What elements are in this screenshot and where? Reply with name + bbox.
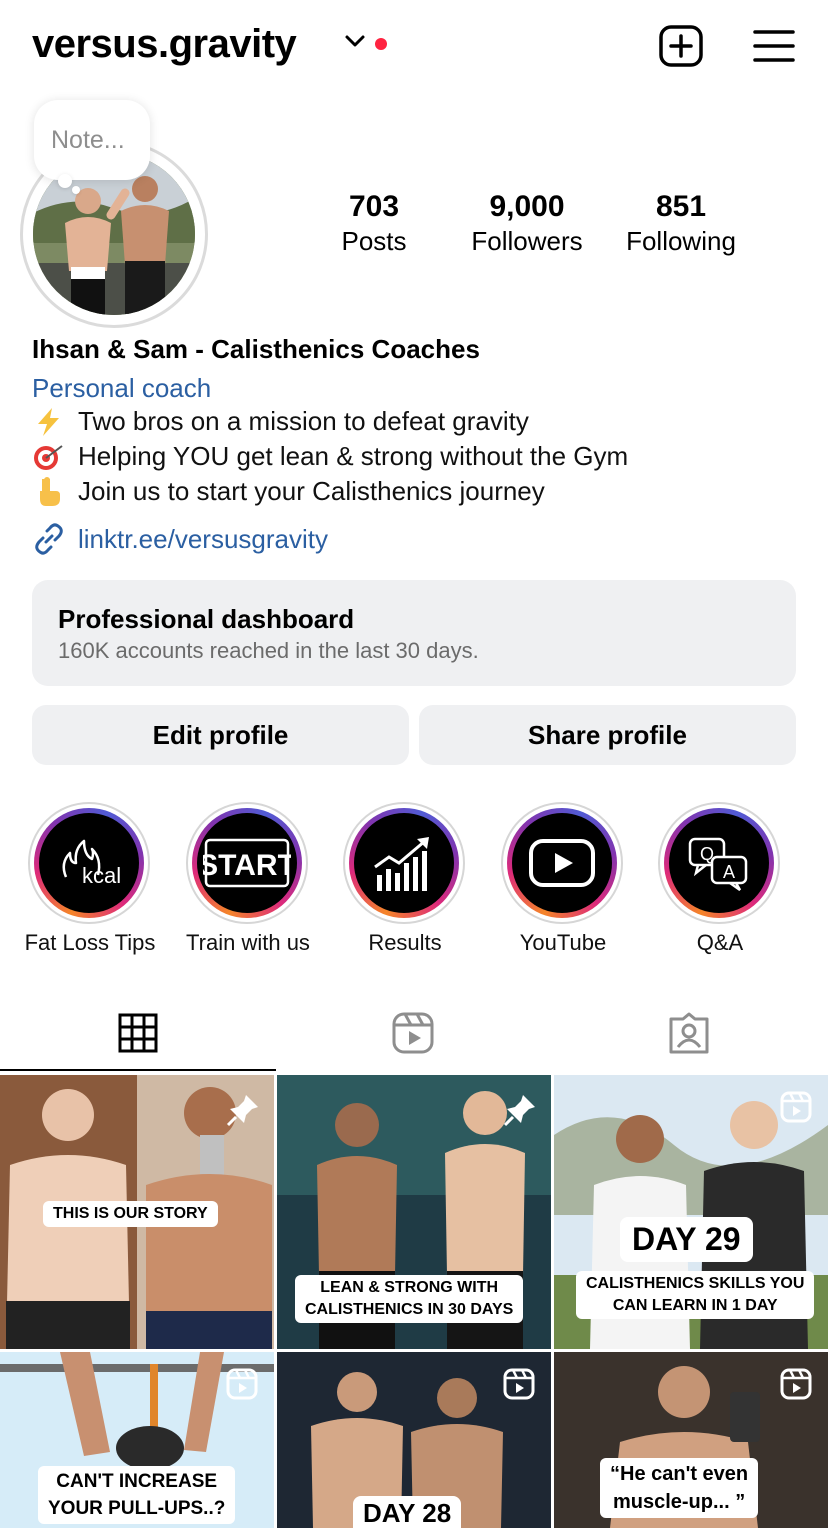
notification-dot <box>375 38 387 50</box>
grid-post-3[interactable]: DAY 29 CALISTHENICS SKILLS YOU CAN LEARN… <box>554 1075 828 1349</box>
pin-icon <box>503 1095 535 1127</box>
grid-post-6[interactable]: “He can't even muscle-up... ” <box>554 1352 828 1528</box>
qa-bubbles-icon: Q A <box>669 813 769 913</box>
post-caption: CALISTHENICS SKILLS YOU CAN LEARN IN 1 D… <box>576 1271 815 1319</box>
bio-link-text: linktr.ee/versusgravity <box>78 523 328 554</box>
start-text: START <box>203 849 291 882</box>
bio-line-1-text: Two bros on a mission to defeat gravity <box>78 406 529 436</box>
category-label[interactable]: Personal coach <box>32 373 211 404</box>
bio-line-2: Helping YOU get lean & strong without th… <box>32 441 628 472</box>
lightning-icon <box>38 407 59 436</box>
reel-indicator-icon <box>226 1368 258 1400</box>
username[interactable]: versus.gravity <box>32 22 297 67</box>
note-bubble[interactable]: Note... <box>34 100 150 180</box>
note-bubble-tail <box>58 174 72 188</box>
bio-line-2-text: Helping YOU get lean & strong without th… <box>78 441 629 471</box>
bio-line-1: Two bros on a mission to defeat gravity <box>32 406 529 437</box>
post-caption: THIS IS OUR STORY <box>43 1201 218 1227</box>
reel-indicator-icon <box>780 1368 812 1400</box>
pointing-down-icon <box>40 476 60 506</box>
grid-post-5[interactable]: DAY 28 <box>277 1352 551 1528</box>
caption-line-2: YOUR PULL-UPS..? <box>48 1498 226 1519</box>
followers-label: Followers <box>471 226 583 256</box>
create-post-icon[interactable] <box>658 24 704 68</box>
caption-line-2: CALISTHENICS IN 30 DAYS <box>305 1301 514 1318</box>
target-icon <box>34 444 63 470</box>
bio-line-3: Join us to start your Calisthenics journ… <box>32 476 545 507</box>
professional-dashboard[interactable]: Professional dashboard 160K accounts rea… <box>32 580 796 686</box>
note-placeholder: Note... <box>51 126 125 154</box>
pin-icon <box>226 1095 258 1127</box>
bio-link[interactable]: linktr.ee/versusgravity <box>32 522 328 556</box>
caption-line-1: “He can't even <box>610 1463 749 1485</box>
caption-line-2: muscle-up... ” <box>612 1491 746 1513</box>
profile-header: versus.gravity <box>0 0 828 95</box>
display-name: Ihsan & Sam - Calisthenics Coaches <box>32 334 480 364</box>
posts-label: Posts <box>341 226 407 256</box>
grid-icon <box>118 1013 158 1053</box>
post-caption: “He can't even muscle-up... ” <box>600 1458 759 1518</box>
kcal-text: kcal <box>82 863 121 888</box>
edit-profile-button[interactable]: Edit profile <box>32 705 409 765</box>
day-label: DAY 28 <box>353 1496 462 1528</box>
tab-tagged[interactable] <box>664 1008 714 1058</box>
youtube-play-icon <box>512 813 612 913</box>
following-count: 851 <box>655 190 707 223</box>
caption-line-1: LEAN & STRONG WITH <box>320 1279 499 1296</box>
active-tab-indicator <box>0 1069 276 1071</box>
link-icon <box>35 523 63 555</box>
reels-icon <box>392 1012 434 1054</box>
growth-chart-icon <box>354 813 454 913</box>
reel-indicator-icon <box>780 1091 812 1123</box>
posts-stat[interactable]: 703 Posts <box>330 190 418 257</box>
caption-line-1: CALISTHENICS SKILLS YOU <box>586 1275 805 1292</box>
followers-stat[interactable]: 9,000 Followers <box>462 190 592 257</box>
a-letter: A <box>723 862 735 882</box>
chevron-down-icon[interactable] <box>344 34 366 48</box>
tab-posts-grid[interactable] <box>113 1008 163 1058</box>
caption-line-1: CAN'T INCREASE <box>56 1471 218 1492</box>
post-caption: CAN'T INCREASE YOUR PULL-UPS..? <box>38 1466 236 1524</box>
grid-post-1[interactable]: THIS IS OUR STORY <box>0 1075 274 1349</box>
following-stat[interactable]: 851 Following <box>616 190 746 257</box>
followers-count: 9,000 <box>489 190 565 223</box>
following-label: Following <box>626 226 736 256</box>
tab-reels[interactable] <box>388 1008 438 1058</box>
day-label: DAY 29 <box>620 1217 753 1262</box>
posts-count: 703 <box>348 190 400 223</box>
grid-post-2[interactable]: LEAN & STRONG WITH CALISTHENICS IN 30 DA… <box>277 1075 551 1349</box>
menu-icon[interactable] <box>752 26 796 66</box>
q-letter: Q <box>700 844 714 864</box>
dashboard-subtitle: 160K accounts reached in the last 30 day… <box>58 638 479 663</box>
note-bubble-tail-small <box>72 186 80 194</box>
kcal-icon: kcal <box>39 813 139 913</box>
share-profile-button[interactable]: Share profile <box>419 705 796 765</box>
start-icon: START <box>197 813 297 913</box>
reel-indicator-icon <box>503 1368 535 1400</box>
dashboard-title: Professional dashboard <box>58 604 355 634</box>
bio-line-3-text: Join us to start your Calisthenics journ… <box>78 476 545 506</box>
caption-line-2: CAN LEARN IN 1 DAY <box>612 1297 778 1314</box>
grid-post-4[interactable]: CAN'T INCREASE YOUR PULL-UPS..? <box>0 1352 274 1528</box>
highlight-label: Q&A <box>696 930 744 955</box>
tagged-icon <box>669 1012 709 1054</box>
post-caption: LEAN & STRONG WITH CALISTHENICS IN 30 DA… <box>295 1275 524 1323</box>
